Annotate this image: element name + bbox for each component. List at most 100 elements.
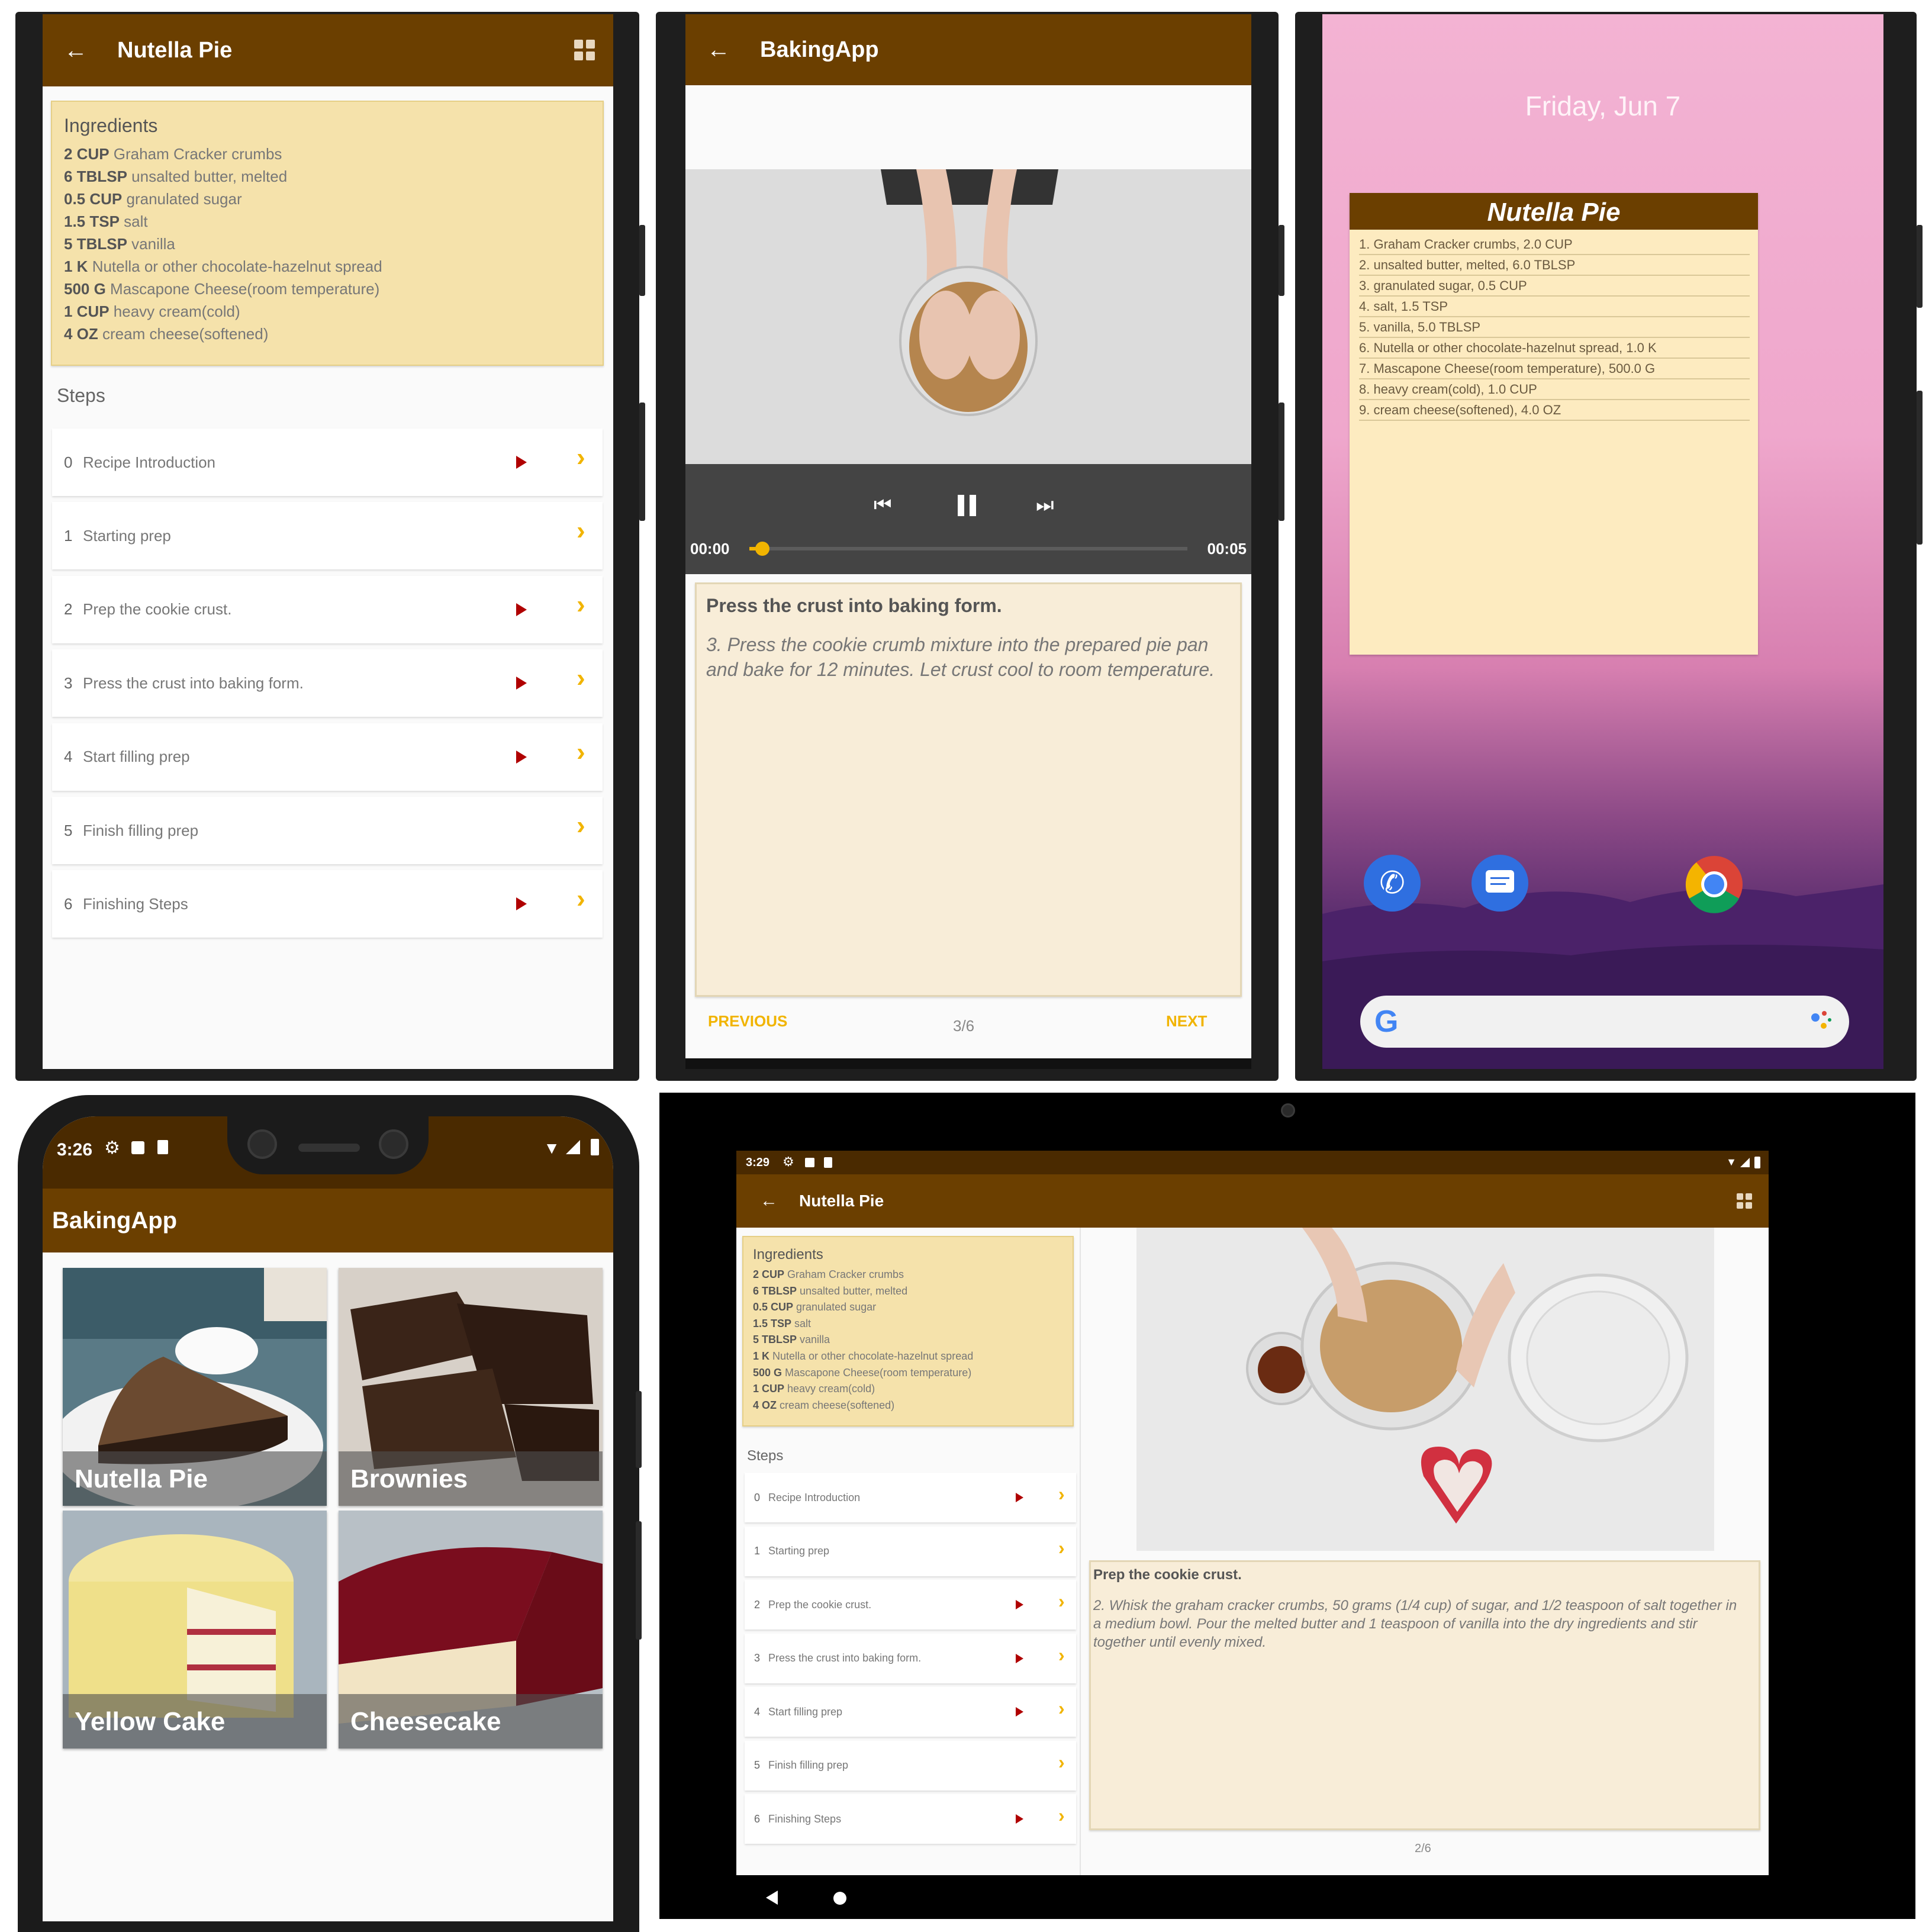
step-item[interactable]: 6 Finishing Steps › <box>745 1794 1076 1844</box>
widget-icon[interactable] <box>574 40 595 61</box>
seek-bar[interactable] <box>749 542 1187 556</box>
step-number: 2 <box>64 600 73 619</box>
display-notch <box>227 1116 429 1174</box>
ingredient-name: salt <box>791 1317 812 1329</box>
arrow-back-icon[interactable]: ← <box>64 38 107 62</box>
step-label: Starting prep <box>83 526 171 545</box>
video-player[interactable] <box>685 169 1251 464</box>
step-number: 1 <box>64 526 73 545</box>
play-video-icon <box>516 897 527 911</box>
ingredient-quantity: 4 OZ <box>64 325 98 343</box>
play-video-icon <box>1016 1653 1023 1663</box>
arrow-back-icon[interactable]: ← <box>707 38 749 62</box>
widget-ingredient-item: 5. vanilla, 5.0 TBLSP <box>1359 317 1750 338</box>
date-label: Friday, Jun 7 <box>1525 91 1681 121</box>
step-item[interactable]: 4 Start filling prep › <box>745 1687 1076 1737</box>
play-video-icon <box>1016 1493 1023 1502</box>
play-video-icon <box>516 677 527 690</box>
signal-status-icon <box>1740 1158 1750 1167</box>
pause-icon[interactable] <box>955 494 979 517</box>
front-camera-left <box>247 1129 277 1159</box>
widget-ingredient-item: 9. cream cheese(softened), 4.0 OZ <box>1359 400 1750 421</box>
tablet: 3:29 ⚙ ▼ ← Nutella Pie Ingredients 2 CUP… <box>659 1093 1915 1919</box>
chevron-right-icon: › <box>1058 1751 1065 1773</box>
phone-app-icon[interactable]: ✆ <box>1364 855 1421 912</box>
volume-button <box>1279 225 1284 296</box>
widget-icon[interactable] <box>1737 1193 1752 1209</box>
step-item[interactable]: 2 Prep the cookie crust. › <box>52 575 603 643</box>
ingredient-name: vanilla <box>127 235 175 253</box>
power-button <box>639 402 645 521</box>
chrome-app-icon[interactable] <box>1685 855 1744 914</box>
volume-button <box>636 1391 642 1468</box>
ingredient-quantity: 5 TBLSP <box>64 235 127 253</box>
assistant-icon[interactable] <box>1811 1011 1833 1032</box>
ingredient-name: Nutella or other chocolate-hazelnut spre… <box>769 1350 974 1362</box>
step-item[interactable]: 3 Press the crust into baking form. › <box>745 1633 1076 1683</box>
chevron-right-icon: › <box>577 664 585 693</box>
step-item[interactable]: 0 Recipe Introduction › <box>745 1473 1076 1522</box>
messages-app-icon[interactable] <box>1471 855 1528 912</box>
widget-ingredient-item: 3. granulated sugar, 0.5 CUP <box>1359 276 1750 297</box>
screen-step-player: ← BakingApp ⏮ ⏭ 00:00 00:05 Press the cr… <box>685 14 1251 1069</box>
ingredient-quantity: 6 TBLSP <box>753 1284 797 1297</box>
recipe-card-brownies[interactable]: Brownies <box>339 1268 603 1506</box>
next-track-icon[interactable]: ⏭ <box>1036 494 1060 517</box>
app-bar: ← BakingApp <box>685 14 1251 85</box>
recipe-card-nutella-pie[interactable]: Nutella Pie <box>63 1268 327 1506</box>
step-item[interactable]: 5 Finish filling prep › <box>52 797 603 864</box>
ingredient-item: 1 CUP heavy cream(cold) <box>753 1381 1073 1398</box>
page-indicator: 3/6 <box>953 1017 975 1035</box>
recipe-card-cheesecake[interactable]: Cheesecake <box>339 1511 603 1749</box>
chevron-right-icon: › <box>577 443 585 472</box>
next-button[interactable]: NEXT <box>1166 1012 1207 1031</box>
step-label: Finishing Steps <box>768 1812 842 1825</box>
battery-status-icon <box>591 1139 599 1155</box>
ingredient-quantity: 0.5 CUP <box>64 190 123 208</box>
video-player[interactable] <box>1136 1228 1714 1551</box>
page-title: Nutella Pie <box>117 37 233 63</box>
status-time: 3:29 <box>746 1156 770 1169</box>
status-bar: 3:29 ⚙ ▼ <box>736 1151 1769 1174</box>
step-number: 5 <box>64 821 73 839</box>
step-number: 3 <box>754 1652 761 1664</box>
step-item[interactable]: 1 Starting prep › <box>745 1526 1076 1576</box>
google-search-bar[interactable]: G <box>1360 996 1849 1048</box>
step-item[interactable]: 5 Finish filling prep › <box>745 1740 1076 1791</box>
screen-tablet: 3:29 ⚙ ▼ ← Nutella Pie Ingredients 2 CUP… <box>736 1151 1769 1875</box>
screen-recipe-detail: ← Nutella Pie Ingredients 2 CUP Graham C… <box>43 14 613 1069</box>
chevron-right-icon: › <box>577 737 585 767</box>
power-button <box>1279 402 1284 521</box>
step-label: Finishing Steps <box>83 894 188 913</box>
step-item[interactable]: 2 Prep the cookie crust. › <box>745 1580 1076 1630</box>
step-item[interactable]: 3 Press the crust into baking form. › <box>52 649 603 717</box>
chevron-right-icon: › <box>577 884 585 914</box>
step-item[interactable]: 4 Start filling prep › <box>52 723 603 791</box>
arrow-back-icon[interactable]: ← <box>760 1192 793 1210</box>
nav-home-button[interactable] <box>833 1892 846 1905</box>
recipe-card-yellow-cake[interactable]: Yellow Cake <box>63 1511 327 1749</box>
recipe-name: Yellow Cake <box>63 1694 327 1749</box>
sd-card-status-icon <box>824 1157 832 1168</box>
previous-button[interactable]: PREVIOUS <box>708 1012 787 1031</box>
sd-card-status-icon <box>157 1140 168 1154</box>
widget-ingredient-item: 7. Mascapone Cheese(room temperature), 5… <box>1359 359 1750 379</box>
chevron-right-icon: › <box>577 516 585 546</box>
step-item[interactable]: 0 Recipe Introduction › <box>52 429 603 496</box>
ingredient-name: vanilla <box>797 1334 830 1346</box>
seek-bar-thumb[interactable] <box>755 542 770 556</box>
app-bar: ← Nutella Pie <box>736 1174 1769 1228</box>
nav-back-button[interactable] <box>766 1891 778 1905</box>
step-number: 6 <box>64 894 73 913</box>
step-item[interactable]: 1 Starting prep › <box>52 502 603 570</box>
recipe-widget[interactable]: Nutella Pie 1. Graham Cracker crumbs, 2.… <box>1350 193 1758 655</box>
step-label: Press the crust into baking form. <box>83 674 304 692</box>
page-title: BakingApp <box>760 37 879 62</box>
step-number: 6 <box>754 1812 761 1825</box>
previous-track-icon[interactable]: ⏮ <box>874 494 897 517</box>
ingredient-item: 1 CUP heavy cream(cold) <box>64 300 603 323</box>
step-item[interactable]: 6 Finishing Steps › <box>52 870 603 938</box>
wifi-status-icon: ▼ <box>543 1139 560 1157</box>
ingredient-name: granulated sugar <box>122 190 242 208</box>
ingredient-item: 1.5 TSP salt <box>753 1316 1073 1332</box>
